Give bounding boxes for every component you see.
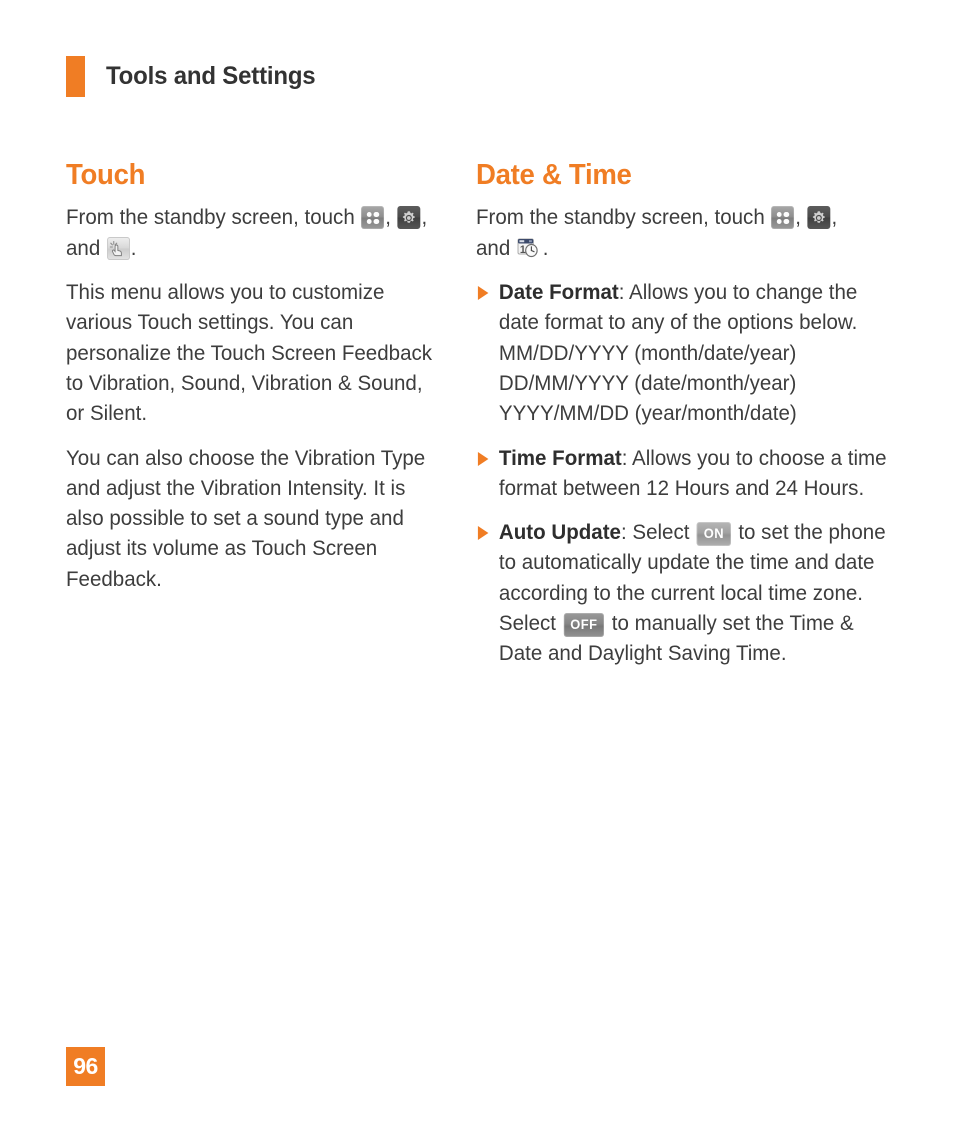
date-time-bullet-list: Date Format: Allows you to change the da… — [476, 277, 887, 669]
bullet-date-format: Date Format: Allows you to change the da… — [476, 277, 890, 428]
touch-intro-suffix: . — [130, 235, 137, 260]
triangle-bullet-icon — [477, 286, 489, 301]
grid-icon — [771, 206, 795, 230]
gear-icon — [807, 206, 831, 230]
section-title-date-time: Date & Time — [476, 159, 632, 191]
date-time-intro-sep1: , — [795, 205, 807, 230]
bullet-term-time-format: Time Format — [498, 445, 622, 470]
touch-paragraph-2: You can also choose the Vibration Type a… — [66, 445, 426, 591]
column-touch: Touch From the standby screen, touch , ,… — [66, 159, 433, 608]
triangle-bullet-icon — [477, 451, 489, 466]
header-accent-bar — [66, 56, 85, 97]
column-date-time: Date & Time From the standby screen, tou… — [476, 159, 887, 683]
touch-icon — [106, 236, 130, 260]
triangle-bullet-icon — [477, 526, 489, 541]
bullet-time-format: Time Format: Allows you to choose a time… — [476, 443, 890, 504]
date-time-intro-paragraph: From the standby screen, touch , , and 1… — [476, 202, 867, 263]
date-format-option-1: MM/DD/YYYY (month/date/year) — [498, 340, 797, 365]
section-title-touch: Touch — [66, 159, 146, 191]
page-header: Tools and Settings — [66, 56, 324, 97]
bullet-auto-update: Auto Update: Select ON to set the phone … — [476, 517, 890, 668]
bullet-term-auto-update: Auto Update — [498, 520, 621, 545]
date-format-option-2: DD/MM/YYYY (date/month/year) — [498, 370, 797, 395]
status-badge-off: OFF — [563, 613, 605, 637]
status-badge-on: ON — [697, 522, 731, 546]
touch-intro-sep1: , — [385, 205, 397, 230]
page-title: Tools and Settings — [106, 62, 316, 90]
bullet-text-auto-update-a: : Select — [620, 520, 696, 545]
gear-icon — [397, 206, 421, 230]
date-format-option-3: YYYY/MM/DD (year/month/date) — [498, 401, 797, 426]
date-time-intro-suffix: . — [542, 235, 549, 260]
page-number: 96 — [66, 1047, 105, 1086]
date-time-intro-prefix: From the standby screen, touch — [476, 205, 771, 230]
touch-paragraph-1: This menu allows you to customize variou… — [66, 280, 433, 426]
touch-intro-prefix: From the standby screen, touch — [66, 205, 361, 230]
grid-icon — [361, 206, 385, 230]
touch-intro-paragraph: From the standby screen, touch , , and . — [66, 202, 432, 263]
bullet-term-date-format: Date Format — [498, 280, 619, 305]
calendar-clock-icon: 16 — [517, 237, 542, 260]
